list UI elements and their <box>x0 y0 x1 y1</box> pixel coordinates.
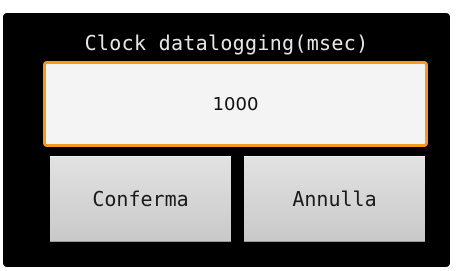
datalogging-dialog: Clock datalogging(msec) 1000 Conferma An… <box>3 13 450 267</box>
confirm-button[interactable]: Conferma <box>50 156 231 242</box>
dialog-title: Clock datalogging(msec) <box>84 31 369 55</box>
cancel-button[interactable]: Annulla <box>244 156 425 242</box>
clock-interval-value: 1000 <box>212 93 259 115</box>
clock-interval-input[interactable]: 1000 <box>43 61 428 147</box>
